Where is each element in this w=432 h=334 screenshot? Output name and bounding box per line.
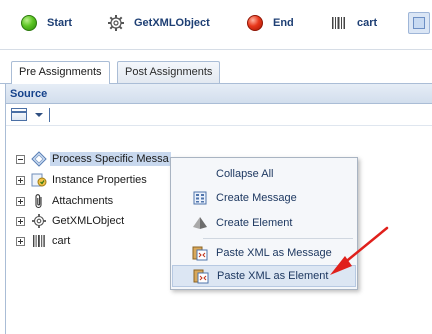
annotation-arrow-icon (330, 226, 389, 275)
tab-pre-assignments[interactable]: Pre Assignments (11, 61, 110, 84)
